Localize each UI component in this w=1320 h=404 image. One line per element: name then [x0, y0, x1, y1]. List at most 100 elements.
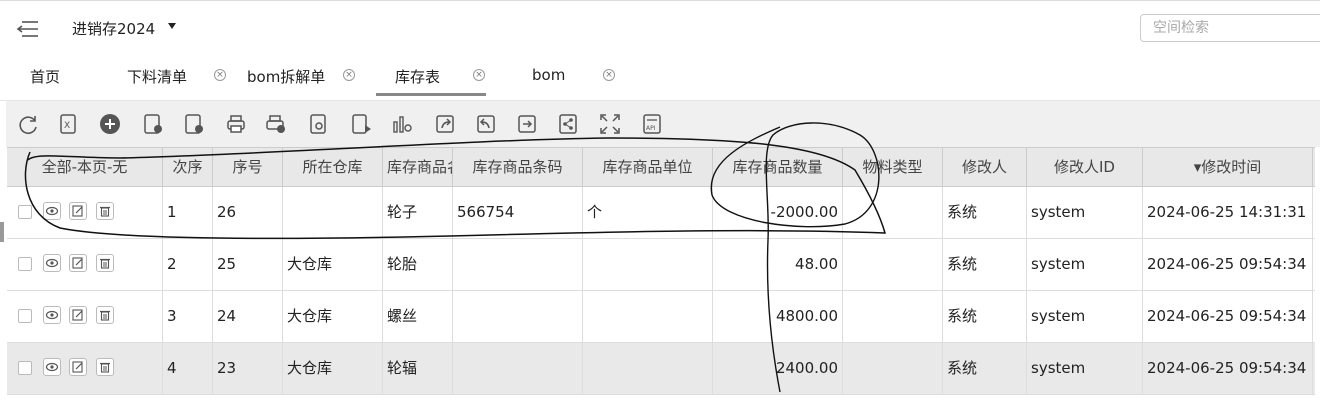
tab-label: bom拆解单 — [247, 68, 326, 86]
table-row[interactable]: 1 26 轮子 566754 个 -2000.00 系统 system 2024… — [7, 187, 1315, 239]
col-material-type[interactable]: 物料类型 — [843, 148, 943, 186]
view-eye-icon[interactable] — [43, 254, 61, 272]
fullscreen-icon[interactable] — [599, 113, 621, 135]
delete-trash-icon[interactable] — [96, 254, 114, 272]
row-actions — [7, 187, 163, 238]
view-eye-icon[interactable] — [43, 358, 61, 376]
approve-icon[interactable] — [142, 113, 164, 135]
select-all-header[interactable]: 全部-本页-无 — [7, 148, 163, 186]
delete-trash-icon[interactable] — [96, 306, 114, 324]
active-tab-indicator — [376, 93, 486, 96]
row-actions — [7, 343, 163, 394]
cell-modifier-id: system — [1027, 343, 1143, 394]
panel-resize-handle[interactable] — [0, 222, 4, 242]
forward-icon[interactable] — [516, 113, 538, 135]
edit-icon[interactable] — [69, 306, 87, 324]
col-modified-time[interactable]: ▾修改时间 — [1143, 148, 1313, 186]
cell-modifier-id: system — [1027, 291, 1143, 342]
col-modifier-id[interactable]: 修改人ID — [1027, 148, 1143, 186]
cell-material-type — [843, 239, 943, 290]
tab-close-icon[interactable]: × — [214, 69, 226, 81]
cell-warehouse: 大仓库 — [283, 291, 383, 342]
cell-barcode — [453, 239, 583, 290]
cell-material-type — [843, 343, 943, 394]
tab-bom-breakdown[interactable]: bom拆解单 × — [247, 66, 355, 98]
cell-unit — [583, 343, 713, 394]
edit-icon[interactable] — [69, 358, 87, 376]
cell-product-name: 轮子 — [383, 187, 453, 238]
print-add-icon[interactable] — [265, 113, 287, 135]
delete-trash-icon[interactable] — [96, 202, 114, 220]
tab-home[interactable]: 首页 — [30, 66, 60, 98]
api-icon[interactable]: API — [641, 113, 663, 135]
delete-trash-icon[interactable] — [96, 358, 114, 376]
tab-close-icon[interactable]: × — [603, 69, 615, 81]
tab-label: 首页 — [30, 68, 61, 86]
space-search-input[interactable] — [1140, 14, 1320, 42]
col-quantity[interactable]: 库存商品数量 — [713, 148, 843, 186]
col-unit[interactable]: 库存商品单位 — [583, 148, 713, 186]
cell-barcode — [453, 343, 583, 394]
row-checkbox[interactable] — [18, 205, 32, 219]
row-checkbox[interactable] — [18, 257, 32, 271]
chart-icon[interactable] — [391, 113, 413, 135]
cell-modified-time: 2024-06-25 09:54:34 — [1143, 291, 1313, 342]
tab-bom[interactable]: bom × — [532, 66, 615, 98]
cell-id: 25 — [213, 239, 283, 290]
cell-unit — [583, 291, 713, 342]
edit-icon[interactable] — [69, 202, 87, 220]
tab-label: 下料清单 — [127, 68, 188, 86]
table-row[interactable]: 2 25 大仓库 轮胎 48.00 系统 system 2024-06-25 0… — [7, 239, 1315, 291]
tab-close-icon[interactable]: × — [343, 69, 355, 81]
cell-order: 1 — [163, 187, 213, 238]
cell-material-type — [843, 291, 943, 342]
row-checkbox[interactable] — [18, 361, 32, 375]
view-eye-icon[interactable] — [43, 306, 61, 324]
row-actions — [7, 239, 163, 290]
share-link-icon[interactable] — [557, 113, 579, 135]
print-icon[interactable] — [225, 113, 247, 135]
cell-product-name: 轮胎 — [383, 239, 453, 290]
table-row[interactable]: 4 23 大仓库 轮辐 2400.00 系统 system 2024-06-25… — [7, 343, 1315, 395]
cell-id: 23 — [213, 343, 283, 394]
print-settings-icon[interactable] — [308, 113, 330, 135]
cell-product-name: 螺丝 — [383, 291, 453, 342]
view-eye-icon[interactable] — [43, 202, 61, 220]
run-report-icon[interactable] — [350, 113, 372, 135]
cell-modified-time: 2024-06-25 09:54:34 — [1143, 239, 1313, 290]
cell-warehouse: 大仓库 — [283, 239, 383, 290]
row-checkbox[interactable] — [18, 309, 32, 323]
toolbar: X API — [6, 101, 1320, 147]
export-excel-icon[interactable]: X — [57, 113, 79, 135]
collapse-menu-icon[interactable] — [16, 18, 40, 40]
refresh-icon[interactable] — [17, 113, 39, 135]
cell-modified-time: 2024-06-25 09:54:34 — [1143, 343, 1313, 394]
col-warehouse[interactable]: 所在仓库 — [283, 148, 383, 186]
tab-close-icon[interactable]: × — [473, 69, 485, 81]
col-barcode[interactable]: 库存商品条码 — [453, 148, 583, 186]
row-actions — [7, 291, 163, 342]
cell-quantity: 4800.00 — [713, 291, 843, 342]
cell-barcode — [453, 291, 583, 342]
add-icon[interactable] — [99, 113, 121, 135]
import-icon[interactable] — [475, 113, 497, 135]
app-switch-caret-icon[interactable] — [168, 23, 176, 29]
share-out-icon[interactable] — [434, 113, 456, 135]
col-id[interactable]: 序号 — [213, 148, 283, 186]
app-title[interactable]: 进销存2024 — [72, 18, 155, 39]
top-bar: 进销存2024 — [0, 0, 1320, 57]
col-order[interactable]: 次序 — [163, 148, 213, 186]
cell-modifier-id: system — [1027, 187, 1143, 238]
cell-modified-time: 2024-06-25 14:31:31 — [1143, 187, 1313, 238]
cell-modifier: 系统 — [943, 187, 1027, 238]
svg-text:X: X — [64, 121, 70, 131]
table-header: 全部-本页-无 次序 序号 所在仓库 库存商品名称 库存商品条码 库存商品单位 … — [7, 147, 1315, 187]
cell-barcode: 566754 — [453, 187, 583, 238]
table-row[interactable]: 3 24 大仓库 螺丝 4800.00 系统 system 2024-06-25… — [7, 291, 1315, 343]
col-modifier[interactable]: 修改人 — [943, 148, 1027, 186]
reject-icon[interactable] — [183, 113, 205, 135]
cell-order: 2 — [163, 239, 213, 290]
col-product-name[interactable]: 库存商品名称 — [383, 148, 453, 186]
tab-cutting-list[interactable]: 下料清单 × — [127, 66, 226, 98]
edit-icon[interactable] — [69, 254, 87, 272]
